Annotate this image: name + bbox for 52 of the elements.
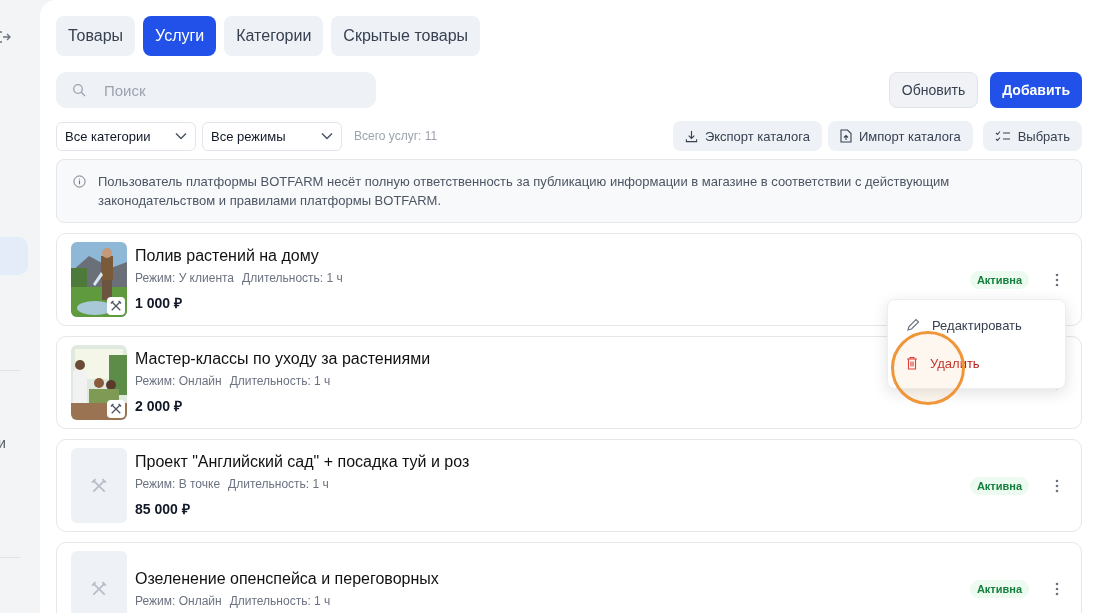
select-button[interactable]: Выбрать (982, 121, 1082, 151)
service-mode: Режим: У клиента (135, 271, 235, 285)
pencil-icon (906, 318, 920, 332)
service-title: Полив растений на дому (135, 247, 320, 265)
logout-icon[interactable] (0, 30, 11, 44)
search-field[interactable]: Поиск (56, 72, 376, 108)
add-button[interactable]: Добавить (990, 72, 1082, 108)
chevron-down-icon (175, 132, 187, 140)
service-card[interactable]: Озеленение опенспейса и переговорных Режим: Онлайн Длительность: 1 ч Активна (56, 542, 1082, 613)
checklist-icon (994, 130, 1011, 142)
service-price: 85 000 ₽ (135, 500, 191, 518)
tab[interactable]: Товары (56, 16, 136, 56)
tab[interactable]: Услуги (143, 16, 217, 56)
tools-icon (91, 580, 107, 597)
service-duration: Длительность: 1 ч (229, 374, 331, 388)
refresh-button[interactable]: Обновить (888, 72, 979, 108)
tools-icon (91, 477, 107, 494)
service-mode: Режим: В точке (135, 477, 221, 491)
status-badge: Активна (969, 579, 1029, 598)
service-price: 2 000 ₽ (135, 397, 183, 415)
search-icon (72, 83, 86, 97)
service-title: Проект "Английский сад" + посадка туй и роз (135, 453, 470, 471)
chevron-down-icon (321, 132, 333, 140)
info-icon (73, 175, 86, 188)
more-icon[interactable] (1055, 272, 1059, 287)
filter-dropdown[interactable]: Все категории (56, 121, 196, 151)
trash-icon (906, 356, 918, 370)
export-button[interactable]: Экспорт каталога (672, 121, 822, 151)
service-mode: Режим: Онлайн (135, 593, 222, 608)
more-icon[interactable] (1055, 478, 1059, 493)
notice-text: Пользователь платформы BOTFARM несёт полную ответственность за публикацию информации в магазине в соответствии с действующим законодательством и правилами платформы BOTFARM. (98, 173, 951, 210)
service-mode: Режим: Онлайн (135, 374, 222, 388)
tools-icon (107, 400, 125, 418)
service-card[interactable]: Проект "Английский сад" + посадка туй и роз Режим: В точке Длительность: 1 ч 85 000 ₽ Активна (56, 439, 1082, 532)
tab[interactable]: Категории (224, 16, 324, 56)
tools-icon (107, 297, 125, 315)
service-price: 1 000 ₽ (135, 294, 183, 312)
search-input[interactable]: Поиск (102, 80, 360, 100)
file-upload-icon (839, 129, 852, 143)
download-icon (684, 129, 698, 143)
service-title: Мастер-классы по уходу за растениями (135, 350, 431, 368)
import-button[interactable]: Импорт каталога (827, 121, 973, 151)
more-icon[interactable] (1055, 581, 1059, 596)
tab[interactable]: Скрытые товары (331, 16, 481, 56)
filter-dropdown[interactable]: Все режимы (202, 121, 342, 151)
service-title: Озеленение опенспейса и переговорных (135, 569, 439, 588)
service-count: Всего услуг: 11 (354, 129, 438, 143)
status-badge: Активна (969, 476, 1029, 495)
service-duration: Длительность: 1 ч (242, 271, 343, 285)
service-duration: Длительность: 1 ч (228, 477, 329, 491)
service-duration: Длительность: 1 ч (229, 593, 331, 608)
status-badge: Активна (969, 270, 1029, 289)
